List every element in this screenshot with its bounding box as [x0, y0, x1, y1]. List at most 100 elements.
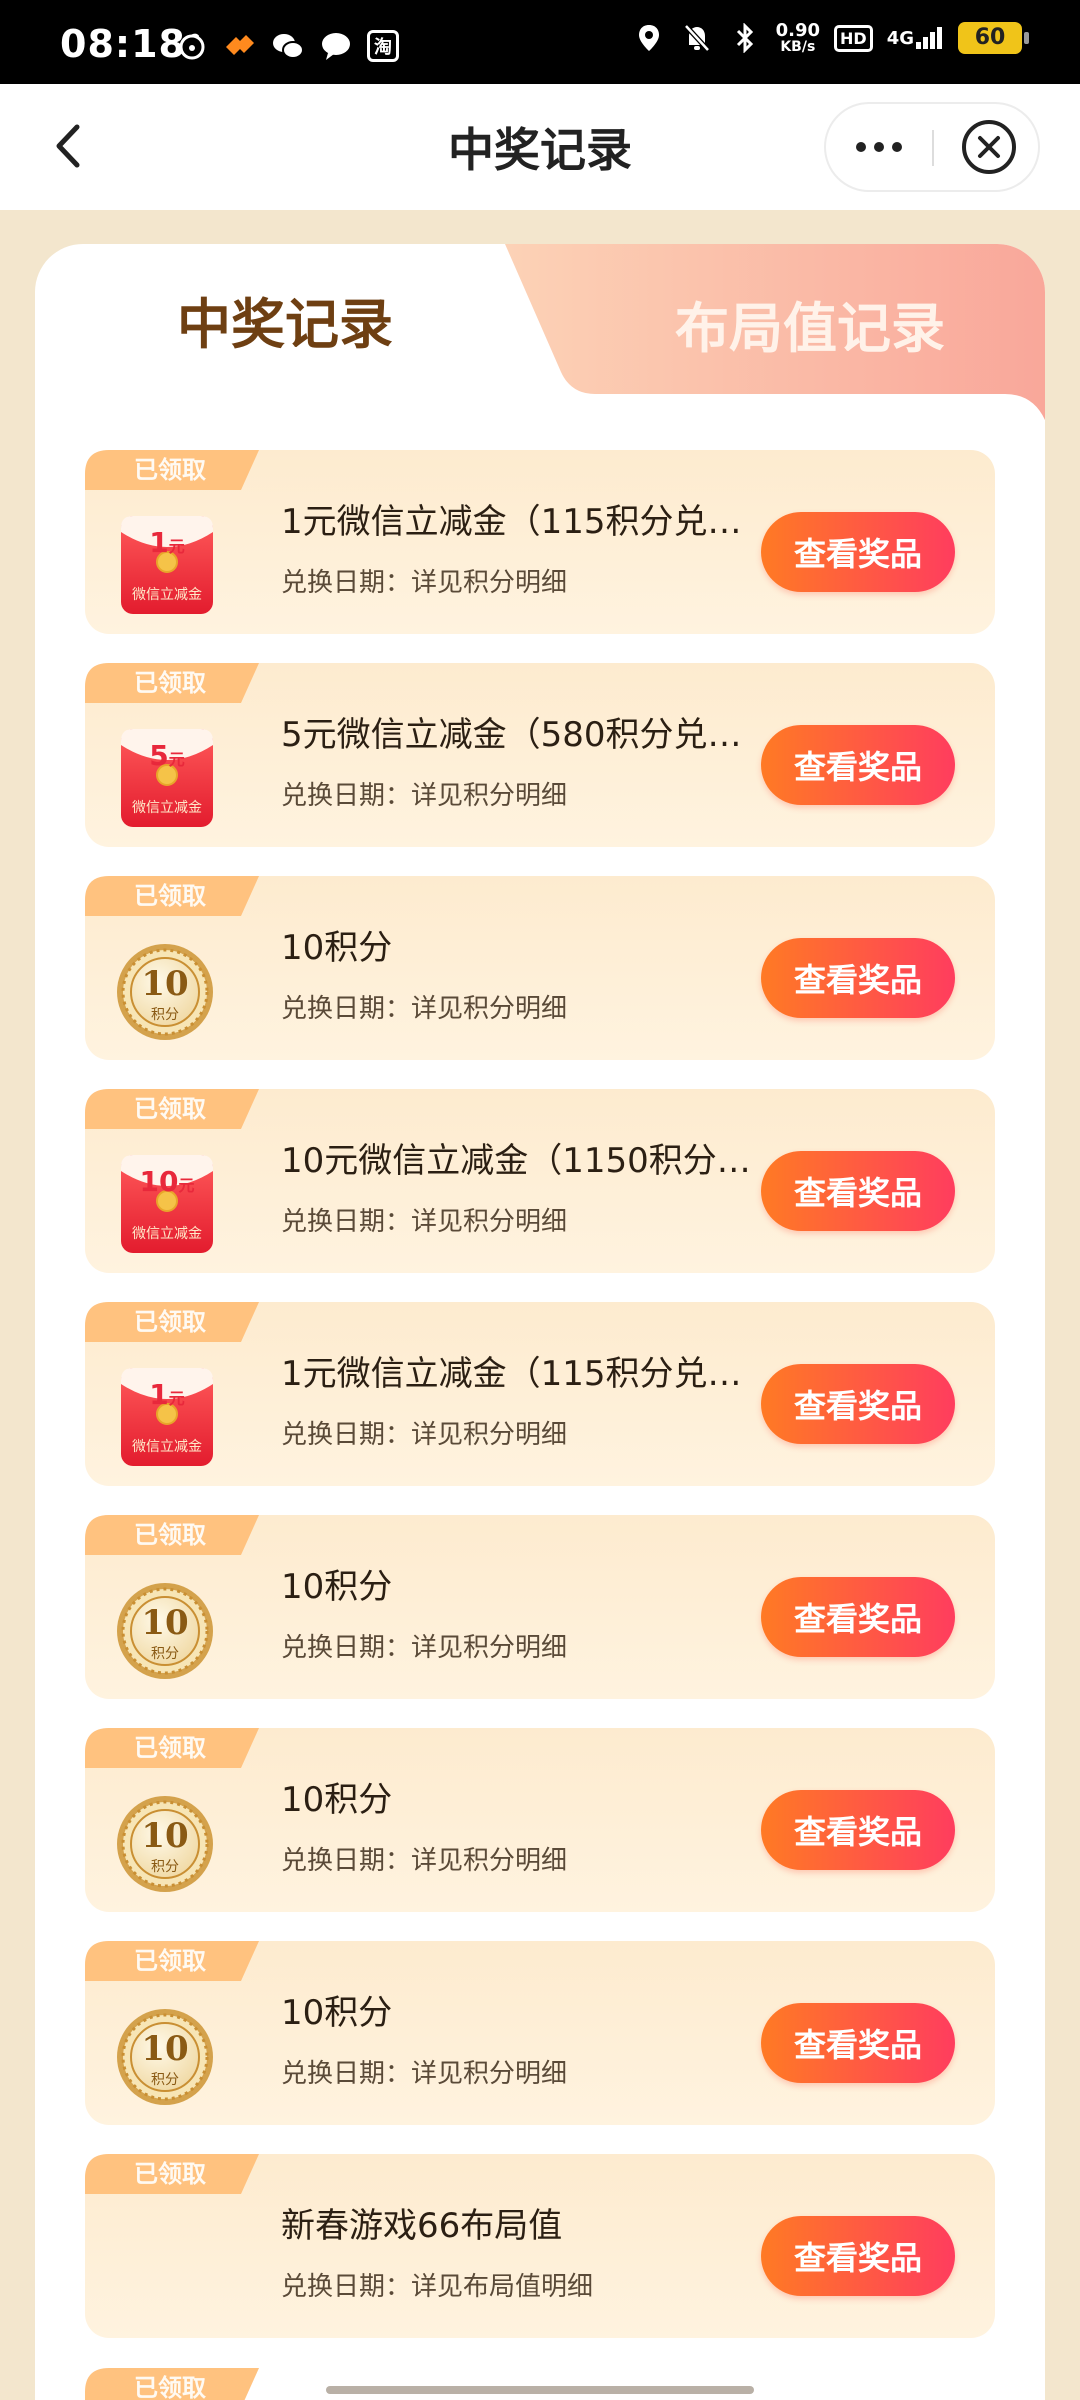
redeem-date: 兑换日期：详见积分明细 — [281, 568, 568, 598]
coin-caption: 积分 — [151, 1007, 179, 1023]
status-bar: 08:18 淘 0.90 KB/s HD 4G 60 — [0, 0, 1080, 84]
list-item: 已领取 10 积分 10积分 兑换日期：详见积分明细 查看奖品 — [85, 1515, 995, 1699]
redeem-date: 兑换日期：详见积分明细 — [281, 1633, 568, 1663]
coin-amount: 10 — [141, 964, 189, 1004]
claimed-badge: 已领取 — [134, 1308, 206, 1336]
notification-icons: 淘 — [175, 30, 399, 62]
claimed-badge: 已领取 — [134, 456, 206, 484]
voucher-amount: 10元 — [139, 1165, 195, 1198]
redeem-date: 兑换日期：详见积分明细 — [281, 994, 568, 1024]
bluetooth-icon — [728, 23, 762, 53]
more-options-button[interactable] — [826, 104, 932, 190]
view-prize-button[interactable]: 查看奖品 — [761, 2216, 955, 2296]
list-item: 已领取 10 积分 10积分 兑换日期：详见积分明细 查看奖品 — [85, 1941, 995, 2125]
coin-caption: 积分 — [151, 2072, 179, 2088]
network-speed: 0.90 KB/s — [775, 20, 821, 55]
redeem-date: 兑换日期：详见布局值明细 — [281, 2272, 594, 2302]
more-dots-icon — [856, 142, 866, 152]
hd-voice-badge: HD — [834, 24, 873, 52]
voucher-amount: 1元 — [149, 526, 185, 559]
voucher-caption: 微信立减金 — [132, 1439, 202, 1455]
home-indicator[interactable] — [326, 2386, 754, 2394]
red-envelope-icon: 1元微信立减金 — [119, 512, 215, 618]
view-prize-button[interactable]: 查看奖品 — [761, 1151, 955, 1231]
prize-title: 5元微信立减金（580积分兑换） — [281, 715, 771, 755]
redeem-date: 兑换日期：详见积分明细 — [281, 1420, 568, 1450]
prize-title: 10积分 — [281, 1567, 393, 1607]
redeem-date: 兑换日期：详见积分明细 — [281, 1207, 568, 1237]
points-coin-icon: 10 积分 — [115, 942, 215, 1042]
signal-indicator: 4G — [887, 27, 944, 49]
claimed-badge: 已领取 — [134, 1947, 206, 1975]
list-item: 已领取 10 积分 10积分 兑换日期：详见积分明细 查看奖品 — [85, 876, 995, 1060]
list-item-partial: 已领取 — [85, 2368, 259, 2400]
coin-amount: 10 — [141, 1816, 189, 1856]
prize-record-list: 已领取 1元 微信立减金 1元微信立减金（115积分兑换） 兑换日期：详见积分明细 查看奖… — [85, 450, 995, 2367]
claimed-badge: 已领取 — [134, 1095, 206, 1123]
list-item: 已领取 10元微信立减金 10元微信立减金（1150积分兑换） 兑换日期：详见积分明细… — [85, 1089, 995, 1273]
red-envelope-icon: 1元微信立减金 — [119, 1364, 215, 1470]
close-icon — [978, 136, 1000, 158]
records-card: 中奖记录 布局值记录 已领取 1元 微信立减金 1元微信立减金（115积分兑换） 兑换日… — [35, 244, 1045, 2400]
voucher-caption: 微信立减金 — [132, 800, 202, 816]
coin-amount: 10 — [141, 2029, 189, 2069]
claimed-badge: 已领取 — [134, 1521, 206, 1549]
red-envelope-icon: 10元微信立减金 — [119, 1151, 215, 1257]
voucher-amount: 5元 — [149, 739, 185, 772]
redeem-date: 兑换日期：详见积分明细 — [281, 1846, 568, 1876]
navigation-bar: 中奖记录 — [0, 84, 1080, 210]
claimed-badge: 已领取 — [134, 669, 206, 697]
tab-layout-value-records[interactable]: 布局值记录 — [580, 284, 1040, 364]
claimed-badge: 已领取 — [134, 1734, 206, 1762]
prize-title: 10积分 — [281, 928, 393, 968]
voucher-caption: 微信立减金 — [132, 587, 202, 603]
voucher-caption: 微信立减金 — [132, 1226, 202, 1242]
battery-indicator: 60 — [958, 22, 1029, 54]
coin-amount: 10 — [141, 1603, 189, 1643]
capsule-divider — [932, 130, 934, 166]
prize-title: 1元微信立减金（115积分兑换） — [281, 1354, 771, 1394]
view-prize-button[interactable]: 查看奖品 — [761, 1577, 955, 1657]
list-item: 已领取 1元微信立减金 1元微信立减金（115积分兑换） 兑换日期：详见积分明细 查看奖… — [85, 450, 995, 634]
prize-title: 10元微信立减金（1150积分兑换） — [281, 1141, 771, 1181]
points-coin-icon: 10 积分 — [115, 1794, 215, 1894]
system-status: 0.90 KB/s HD 4G 60 — [632, 20, 1029, 55]
tab-prize-records[interactable]: 中奖记录 — [35, 244, 535, 394]
game-icon — [223, 31, 257, 61]
status-time: 08:18 — [60, 22, 186, 66]
view-prize-button[interactable]: 查看奖品 — [761, 2003, 955, 2083]
prize-title: 10积分 — [281, 1993, 393, 2033]
points-coin-icon: 10 积分 — [115, 1581, 215, 1681]
view-prize-button[interactable]: 查看奖品 — [761, 1790, 955, 1870]
list-item: 已领取 1元微信立减金 1元微信立减金（115积分兑换） 兑换日期：详见积分明细 查看奖… — [85, 1302, 995, 1486]
view-prize-button[interactable]: 查看奖品 — [761, 512, 955, 592]
message-bubble-icon — [319, 31, 353, 61]
signal-bars-icon — [916, 27, 942, 49]
view-prize-button[interactable]: 查看奖品 — [761, 1364, 955, 1444]
netease-music-icon — [175, 31, 209, 61]
list-item: 已领取新春游戏66布局值兑换日期：详见布局值明细 查看奖品 — [85, 2154, 995, 2338]
wechat-icon — [271, 31, 305, 61]
redeem-date: 兑换日期：详见积分明细 — [281, 781, 568, 811]
prize-title: 10积分 — [281, 1780, 393, 1820]
points-coin-icon: 10 积分 — [115, 2007, 215, 2107]
claimed-badge: 已领取 — [134, 882, 206, 910]
claimed-badge: 已领取 — [134, 2374, 206, 2400]
voucher-amount: 1元 — [149, 1378, 185, 1411]
prize-title: 1元微信立减金（115积分兑换） — [281, 502, 771, 542]
coin-caption: 积分 — [151, 1646, 179, 1662]
view-prize-button[interactable]: 查看奖品 — [761, 725, 955, 805]
network-type: 4G — [886, 28, 914, 49]
list-item: 已领取 5元微信立减金 5元微信立减金（580积分兑换） 兑换日期：详见积分明细 查看奖… — [85, 663, 995, 847]
prize-title: 新春游戏66布局值 — [281, 2206, 563, 2246]
claimed-badge: 已领取 — [134, 2160, 206, 2188]
redeem-date: 兑换日期：详见积分明细 — [281, 2059, 568, 2089]
list-item: 已领取 10 积分 10积分 兑换日期：详见积分明细 查看奖品 — [85, 1728, 995, 1912]
mini-program-capsule — [824, 102, 1040, 192]
taobao-icon: 淘 — [367, 30, 399, 62]
close-mini-program-button[interactable] — [962, 120, 1016, 174]
view-prize-button[interactable]: 查看奖品 — [761, 938, 955, 1018]
location-icon — [632, 23, 666, 53]
coin-caption: 积分 — [151, 1859, 179, 1875]
mute-bell-icon — [680, 23, 714, 53]
